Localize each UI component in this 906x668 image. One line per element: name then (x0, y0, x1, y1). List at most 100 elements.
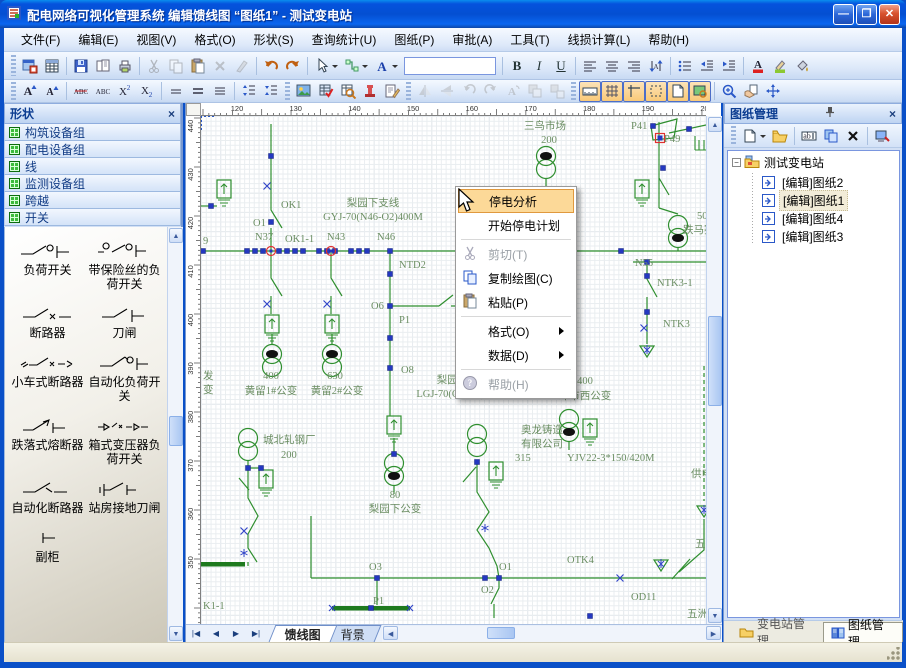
toggle-image-button[interactable] (689, 81, 711, 102)
fill-color-button[interactable] (791, 55, 813, 76)
rotate-right-button[interactable] (480, 81, 502, 102)
last-page-icon[interactable]: ▶| (246, 626, 266, 641)
shape-item-7[interactable]: 箱式变压器负荷开关 (86, 416, 163, 466)
scroll-down-icon[interactable]: ▼ (169, 626, 183, 641)
menu-item-9[interactable]: 线损计算(L) (559, 29, 640, 50)
connection-node[interactable] (269, 154, 274, 159)
connection-node[interactable] (475, 460, 480, 465)
pointer-tool-button[interactable] (311, 55, 341, 76)
shape-item-3[interactable]: 刀闸 (86, 304, 163, 340)
device-box-symbol[interactable] (635, 180, 649, 206)
device-box-symbol[interactable] (259, 470, 273, 496)
connection-node[interactable] (317, 249, 322, 254)
connection-node[interactable] (497, 576, 502, 581)
menu-item-0[interactable]: 文件(F) (12, 29, 69, 50)
save-button[interactable] (70, 55, 92, 76)
shape-item-9[interactable]: 站房接地刀闸 (86, 479, 163, 515)
copy-sheet-button[interactable] (820, 125, 842, 146)
scroll-down-icon[interactable]: ▼ (708, 608, 722, 623)
font-color-button[interactable]: A (747, 55, 769, 76)
connection-node[interactable] (365, 249, 370, 254)
transformer-symbol[interactable] (385, 454, 404, 486)
toolbar-handle[interactable] (406, 82, 411, 100)
bold-button[interactable]: B (506, 55, 528, 76)
copy-button[interactable] (165, 55, 187, 76)
shape-item-6[interactable]: 跌落式熔断器 (9, 416, 86, 466)
print-button[interactable] (114, 55, 136, 76)
toggle-grid-button[interactable] (601, 81, 623, 102)
strikethrough-button[interactable]: ABC (70, 81, 92, 102)
line-spacing-2-button[interactable] (209, 81, 231, 102)
properties-button[interactable] (740, 81, 762, 102)
toggle-page-button[interactable] (667, 81, 689, 102)
context-menu-item-5[interactable]: 粘贴(P) (458, 290, 574, 314)
device-box-symbol[interactable] (217, 180, 231, 206)
connection-node[interactable] (651, 124, 656, 129)
shape-group-5[interactable]: 开关 (4, 209, 181, 226)
connection-node[interactable] (619, 249, 624, 254)
arrester-symbol[interactable] (697, 505, 706, 517)
scroll-up-icon[interactable]: ▲ (169, 228, 183, 243)
connection-node[interactable] (269, 220, 274, 225)
connection-node[interactable] (201, 249, 206, 254)
subscript-button[interactable]: X2 (136, 81, 158, 102)
paste-button[interactable] (187, 55, 209, 76)
open-folder-button[interactable] (769, 125, 791, 146)
scrollbar-thumb[interactable] (169, 416, 183, 446)
print-preview-button[interactable] (92, 55, 114, 76)
toggle-marquee-button[interactable] (645, 81, 667, 102)
new-sheet-button[interactable] (739, 125, 769, 146)
underline-button[interactable]: U (550, 55, 572, 76)
panel-tab-0[interactable]: 变电站管理 (732, 622, 823, 642)
menu-item-5[interactable]: 查询统计(U) (303, 29, 386, 50)
context-menu-item-1[interactable]: 开始停电计划 (458, 213, 574, 237)
scrollbar-thumb[interactable] (487, 627, 515, 639)
align-right-button[interactable] (623, 55, 645, 76)
connection-node[interactable] (246, 466, 251, 471)
shape-item-10[interactable]: 副柜 (9, 528, 86, 564)
tree-item-3[interactable]: [编辑]图纸3 (728, 227, 899, 245)
connection-node[interactable] (588, 614, 593, 619)
flip-vertical-button[interactable] (436, 81, 458, 102)
font-combo-input[interactable] (404, 57, 496, 75)
connection-node[interactable] (388, 249, 393, 254)
delete-sheet-button[interactable] (842, 125, 864, 146)
para-spacing-increase-button[interactable] (238, 81, 260, 102)
connection-node[interactable] (388, 304, 393, 309)
connection-node[interactable] (245, 249, 250, 254)
connection-node[interactable] (259, 466, 264, 471)
scrollbar-thumb[interactable] (708, 316, 722, 406)
highlight-color-button[interactable] (769, 55, 791, 76)
indent-increase-button[interactable] (718, 55, 740, 76)
cabinet-bar-symbol[interactable] (201, 562, 245, 567)
tree-item-1[interactable]: [编辑]图纸1 (728, 191, 899, 209)
canvas-horizontal-scrollbar[interactable]: ◀ ▶ (382, 626, 722, 642)
connection-node[interactable] (388, 336, 393, 341)
menu-item-3[interactable]: 格式(O) (185, 29, 244, 50)
connection-node[interactable] (301, 249, 306, 254)
no-strikethrough-button[interactable]: ABC (92, 81, 114, 102)
connection-node[interactable] (661, 166, 666, 171)
align-left-button[interactable] (579, 55, 601, 76)
prev-page-icon[interactable]: ◀ (206, 626, 226, 641)
shape-group-4[interactable]: 跨越 (4, 192, 181, 209)
canvas-vertical-scrollbar[interactable]: ▲ ▼ (706, 116, 722, 624)
ungroup-button[interactable] (546, 81, 568, 102)
menu-item-6[interactable]: 图纸(P) (385, 29, 443, 50)
tree-root-row[interactable]: − 测试变电站 (728, 151, 899, 173)
toolbar-handle[interactable] (11, 82, 16, 100)
title-bar[interactable]: 配电网络可视化管理系统 编辑馈线图 “图纸1” - 测试变电站 — ❒ ✕ (0, 0, 906, 28)
para-spacing-decrease-button[interactable] (260, 81, 282, 102)
first-page-icon[interactable]: |◀ (186, 626, 206, 641)
device-box-symbol[interactable] (583, 419, 597, 445)
text-direction-button[interactable]: A (645, 55, 667, 76)
menu-item-2[interactable]: 视图(V) (127, 29, 185, 50)
connection-node[interactable] (261, 249, 266, 254)
undo-button[interactable] (260, 55, 282, 76)
scroll-right-icon[interactable]: ▶ (706, 626, 721, 640)
stencil-scrollbar[interactable]: ▲ ▼ (167, 227, 183, 642)
sheets-panel-close-icon[interactable]: × (889, 107, 896, 121)
flip-horizontal-button[interactable] (414, 81, 436, 102)
connection-node[interactable] (388, 272, 393, 277)
rotate-text-button[interactable]: A (502, 81, 524, 102)
